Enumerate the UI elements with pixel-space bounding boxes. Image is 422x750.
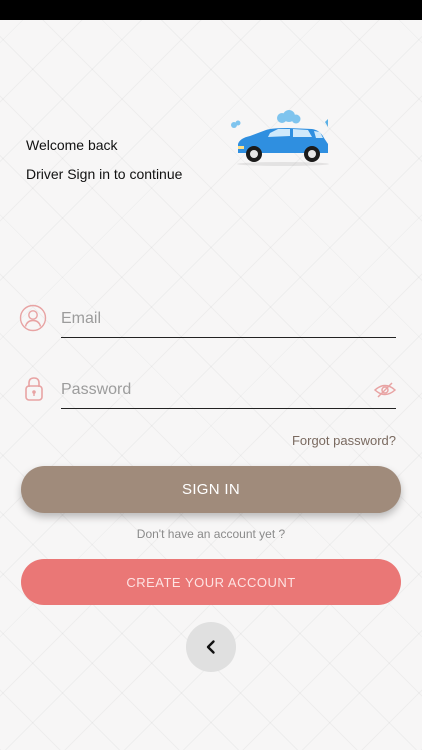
user-icon: [19, 304, 47, 332]
chevron-left-icon: [206, 640, 215, 654]
sign-in-button[interactable]: SIGN IN: [21, 466, 401, 513]
status-bar: [0, 0, 422, 20]
email-input[interactable]: [61, 303, 396, 335]
email-field: [61, 303, 396, 338]
password-field: [61, 374, 396, 409]
subtitle-text: Driver Sign in to continue: [26, 166, 183, 182]
no-account-text: Don't have an account yet ?: [136, 527, 286, 541]
password-input[interactable]: [61, 374, 361, 406]
welcome-heading: Welcome back: [26, 137, 118, 153]
lock-icon: [25, 377, 43, 401]
car-icon: [231, 110, 329, 166]
create-account-button[interactable]: CREATE YOUR ACCOUNT: [21, 559, 401, 605]
forgot-password-link[interactable]: Forgot password?: [292, 433, 396, 448]
eye-off-icon[interactable]: [374, 380, 396, 400]
back-button[interactable]: [186, 622, 236, 672]
